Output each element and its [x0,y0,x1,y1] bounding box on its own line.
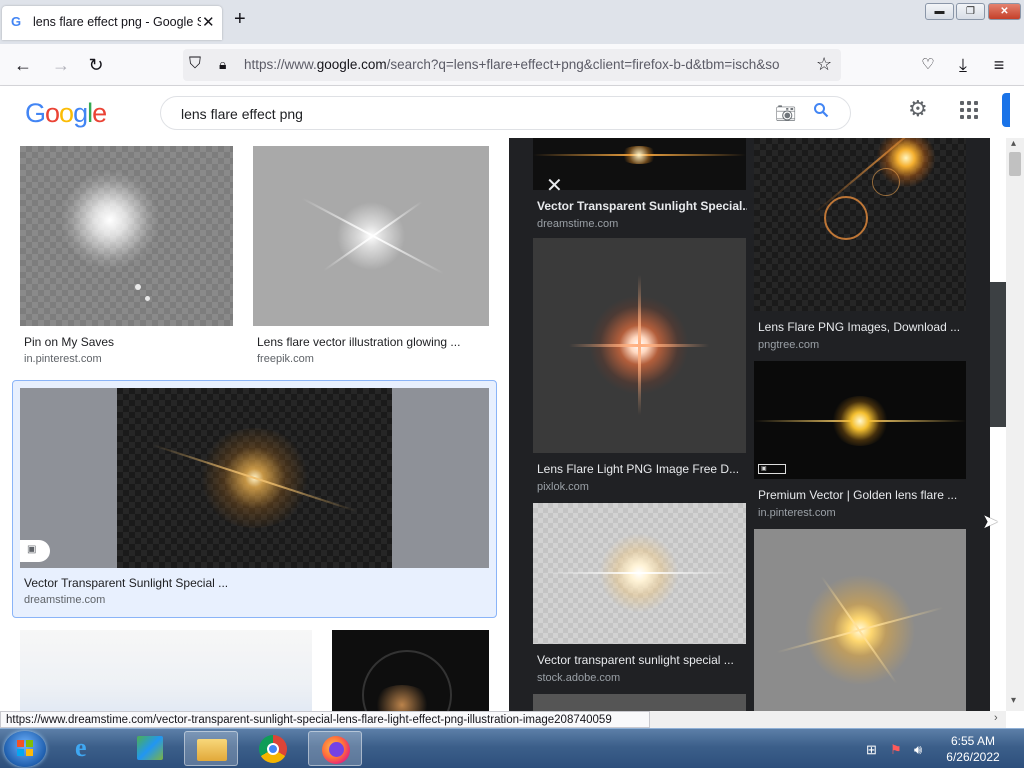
result-image-5[interactable] [332,630,489,711]
app-grid-icon[interactable] [124,731,178,766]
sign-in-button[interactable] [1002,93,1010,127]
url-bar[interactable]: ⛉ 🔒︎ https://www.google.com/search?q=len… [183,49,841,81]
google-logo[interactable]: Google [25,98,107,129]
clock-time: 6:55 AM [950,734,996,748]
panel-result-title[interactable]: Lens Flare Light PNG Image Free D... [537,462,747,476]
file-explorer-icon[interactable] [184,731,238,766]
result-image-2[interactable] [253,146,489,326]
panel-result-source: in.pinterest.com [758,507,836,519]
network-tray-icon[interactable]: ⊞ [866,742,877,758]
scroll-right-icon[interactable]: › [994,712,998,724]
back-icon[interactable]: ← [10,52,36,78]
result-title[interactable]: Pin on My Saves [24,335,229,349]
navigation-bar: ← → ↻ ⛉ 🔒︎ https://www.google.com/search… [0,44,1024,86]
result-source: dreamstime.com [24,594,106,606]
close-tab-icon[interactable]: ✕ [202,13,215,31]
bookmark-star-icon[interactable]: ☆ [816,54,832,75]
panel-result-title[interactable]: Vector transparent sunlight special ... [537,653,747,667]
window-restore-button[interactable]: ❐ [956,3,985,20]
vector-badge-icon: ▣ [758,464,786,474]
result-image-4[interactable] [20,630,312,711]
reload-icon[interactable]: ↻ [83,52,109,78]
panel-result-title[interactable]: Lens Flare PNG Images, Download ... [758,320,968,334]
panel-image-4[interactable] [533,694,746,711]
scroll-up-icon[interactable]: ▴ [1011,138,1016,149]
tab-bar: G lens flare effect png - Google Se ✕ + … [0,0,1024,44]
panel-image-7[interactable] [754,529,966,711]
clock[interactable]: 6:55 AM 6/26/2022 [940,733,1006,765]
camera-icon[interactable]: 📷︎ [775,104,797,124]
url-text[interactable]: https://www.google.com/search?q=lens+fla… [244,57,809,72]
browser-tab[interactable]: G lens flare effect png - Google Se ✕ [2,6,222,40]
result-image-1[interactable] [20,146,233,326]
settings-gear-icon[interactable]: ⚙ [908,98,928,120]
window-minimize-button[interactable]: ▬ [925,3,954,20]
panel-scrollbar[interactable] [990,282,1006,427]
start-button[interactable] [4,731,46,767]
search-icon[interactable] [813,102,829,123]
forward-icon[interactable]: → [48,52,74,78]
panel-image-1[interactable] [533,138,746,190]
panel-result-source: pngtree.com [758,339,820,351]
google-header: Google lens flare effect png 📷︎ ⚙ [0,86,1024,138]
panel-image-3[interactable] [533,503,746,644]
scroll-down-icon[interactable]: ▾ [1011,695,1016,706]
result-title[interactable]: Lens flare vector illustration glowing .… [257,335,485,349]
scrollbar-thumb[interactable] [1009,152,1021,176]
image-preview-panel: ✕ Vector Transparent Sunlight Special...… [509,138,990,711]
result-image-3[interactable]: ▣ [20,388,489,568]
google-apps-icon[interactable] [960,101,978,119]
panel-image-2[interactable] [533,238,746,453]
action-center-icon[interactable]: ⚑ [890,742,902,758]
selected-result-card[interactable]: ▣ Vector Transparent Sunlight Special ..… [12,380,497,618]
firefox-icon[interactable] [308,731,362,766]
window-close-button[interactable]: ✕ [988,3,1021,20]
clock-date: 6/26/2022 [946,750,1000,764]
tab-title: lens flare effect png - Google Se [33,15,201,29]
horizontal-scrollbar[interactable]: › [650,711,1006,728]
page-scrollbar[interactable]: ▴ ▾ [1006,138,1024,711]
status-url: https://www.dreamstime.com/vector-transp… [0,711,650,728]
result-source: in.pinterest.com [24,353,102,365]
menu-icon[interactable]: ≡ [986,52,1012,78]
image-badge-icon: ▣ [20,540,50,562]
search-box[interactable]: lens flare effect png 📷︎ [160,96,851,130]
panel-result-title[interactable]: Vector Transparent Sunlight Special... [537,199,747,213]
chrome-icon[interactable] [246,731,300,766]
mouse-cursor-icon: ➤ [982,511,999,533]
volume-icon[interactable]: 🔊︎ [914,742,922,758]
new-tab-icon[interactable]: + [234,9,246,29]
image-results: Pin on My Saves in.pinterest.com Lens fl… [0,138,1024,711]
panel-result-source: stock.adobe.com [537,672,621,684]
downloads-icon[interactable]: ⤓ [950,52,976,78]
pocket-icon[interactable]: ♡ [915,52,941,78]
search-input[interactable]: lens flare effect png [181,106,303,122]
taskbar: e ⊞ ⚑ 🔊︎ 6:55 AM 6/26/2022 [0,728,1024,768]
result-title[interactable]: Vector Transparent Sunlight Special ... [24,576,484,590]
google-favicon-icon: G [11,14,22,29]
lock-icon[interactable]: 🔒︎ [219,56,226,73]
result-source: freepik.com [257,353,314,365]
shield-icon[interactable]: ⛉ [189,55,201,73]
panel-result-source: pixlok.com [537,481,589,493]
panel-image-5[interactable] [754,138,966,311]
panel-image-6[interactable]: ▣ [754,361,966,479]
panel-result-source: dreamstime.com [537,218,619,230]
close-panel-icon[interactable]: ✕ [546,176,563,196]
panel-result-title[interactable]: Premium Vector | Golden lens flare ... [758,488,968,502]
internet-explorer-icon[interactable]: e [62,731,116,766]
